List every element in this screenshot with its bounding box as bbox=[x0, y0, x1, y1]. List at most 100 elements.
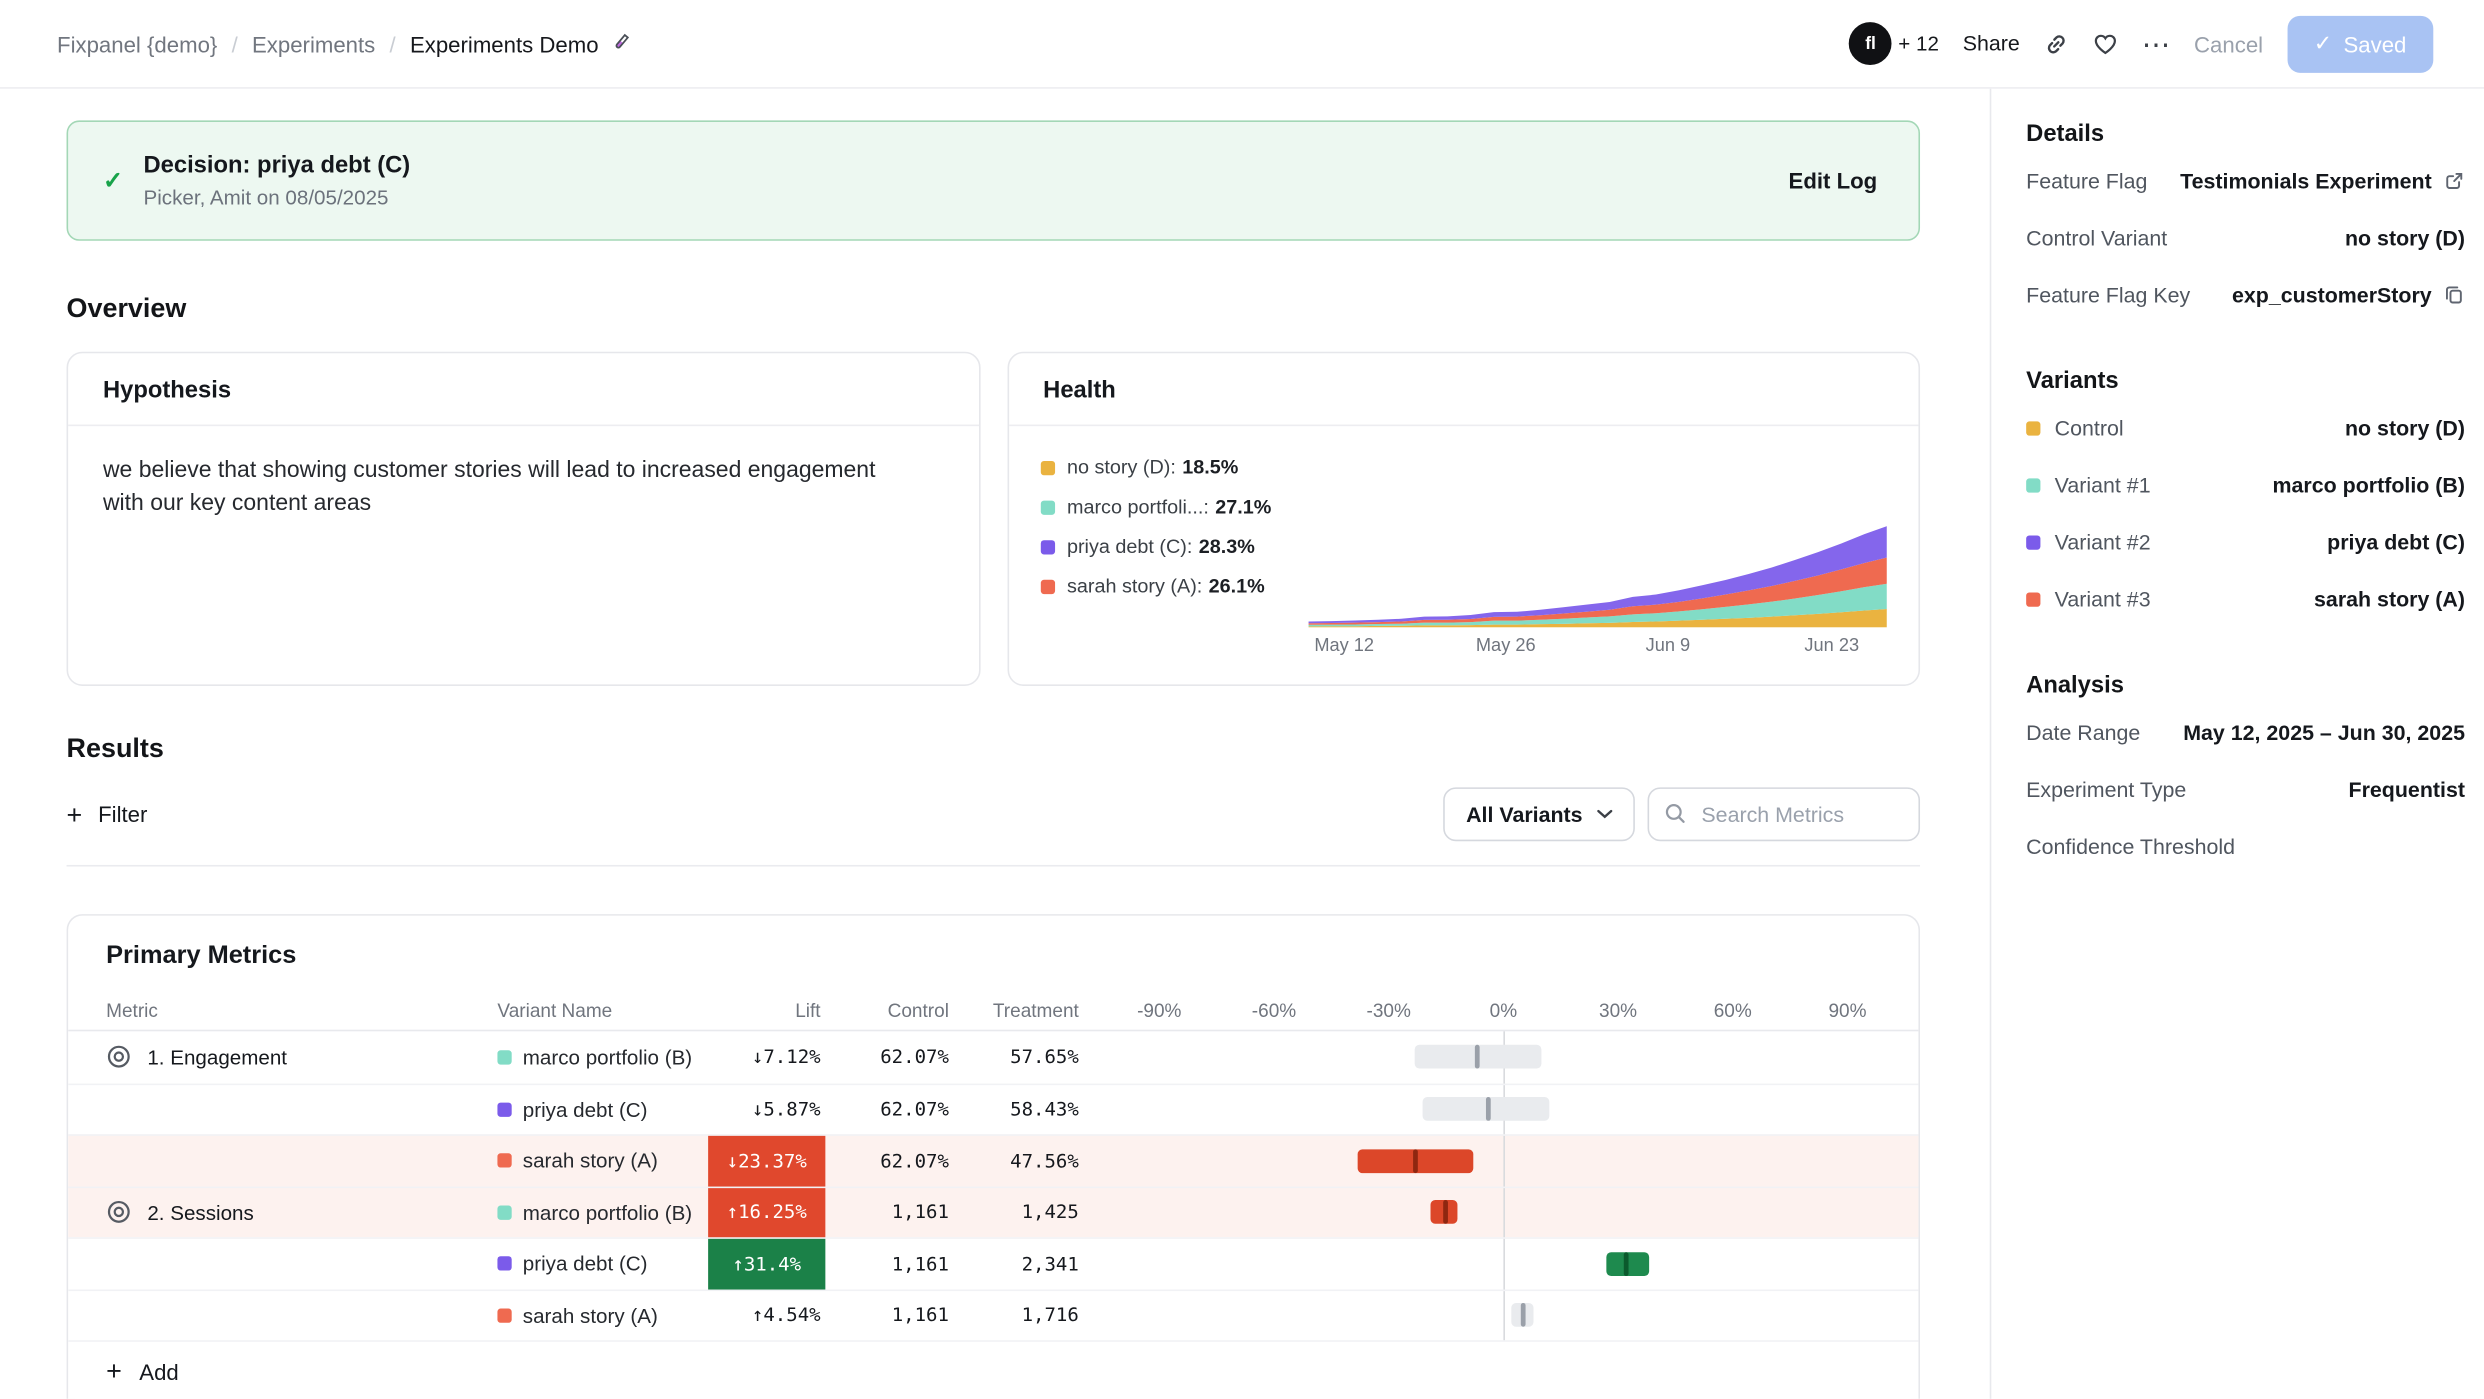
metrics-table-body: 1. Engagement marco portfolio (B) ↓7.12%… bbox=[68, 1031, 1918, 1340]
sidebar-row-value: priya debt (C) bbox=[2327, 530, 2465, 554]
legend-value: 28.3% bbox=[1199, 535, 1255, 557]
variant-color-swatch bbox=[2026, 535, 2040, 549]
variant-color-swatch bbox=[1040, 579, 1054, 593]
axis-tick-label: 90% bbox=[1828, 999, 1866, 1021]
add-metric-button[interactable]: + Add bbox=[68, 1340, 1918, 1399]
confidence-interval-cell bbox=[1120, 1084, 1891, 1134]
health-title: Health bbox=[1008, 353, 1918, 426]
sidebar-row-label: Variant #2 bbox=[2026, 530, 2150, 554]
table-row[interactable]: priya debt (C) ↑31.4% 1,161 2,341 bbox=[68, 1237, 1918, 1288]
zero-axis-line bbox=[1503, 1136, 1505, 1186]
edit-log-button[interactable]: Edit Log bbox=[1789, 168, 1878, 193]
lift-value: ↑16.25% bbox=[708, 1187, 825, 1237]
copy-icon[interactable] bbox=[2443, 284, 2465, 306]
legend-item: priya debt (C): 28.3% bbox=[1040, 535, 1308, 557]
lift-value: ↓7.12% bbox=[708, 1031, 825, 1082]
breadcrumb-item-workspace[interactable]: Fixpanel {demo} bbox=[57, 31, 217, 56]
sidebar-row: Feature Flag Key exp_customerStory bbox=[2026, 266, 2465, 323]
treatment-value: 58.43% bbox=[949, 1098, 1079, 1120]
top-bar: Fixpanel {demo} / Experiments / Experime… bbox=[0, 0, 2484, 89]
axis-tick-label: -90% bbox=[1137, 999, 1181, 1021]
confidence-tick bbox=[1444, 1200, 1449, 1224]
column-metric: Metric bbox=[68, 999, 485, 1021]
metric-group-label: 2. Sessions bbox=[68, 1200, 485, 1225]
stacked-area-chart bbox=[1308, 523, 1887, 628]
hypothesis-card: Hypothesis we believe that showing custo… bbox=[67, 352, 980, 686]
axis-tick-label: 60% bbox=[1714, 999, 1752, 1021]
control-value: 1,161 bbox=[825, 1201, 949, 1223]
table-row[interactable]: sarah story (A) ↓23.37% 62.07% 47.56% bbox=[68, 1134, 1918, 1185]
add-filter-button[interactable]: + Filter bbox=[67, 801, 148, 828]
metric-name: 2. Sessions bbox=[147, 1200, 253, 1224]
legend-item: sarah story (A): 26.1% bbox=[1040, 575, 1308, 597]
collaborator-count: + 12 bbox=[1898, 32, 1939, 56]
variant-color-swatch bbox=[2026, 421, 2040, 435]
saved-label: Saved bbox=[2343, 31, 2406, 56]
chevron-down-icon bbox=[1597, 810, 1613, 820]
confidence-tick bbox=[1474, 1045, 1479, 1069]
sidebar-row-value: exp_customerStory bbox=[2232, 283, 2465, 307]
variant-color-swatch bbox=[497, 1205, 511, 1219]
cancel-button[interactable]: Cancel bbox=[2194, 31, 2263, 56]
x-tick-label: May 12 bbox=[1314, 637, 1374, 656]
collaborator-avatars[interactable]: fl + 12 bbox=[1849, 22, 1939, 65]
decision-banner: ✓ Decision: priya debt (C) Picker, Amit … bbox=[67, 120, 1920, 240]
legend-item: no story (D): 18.5% bbox=[1040, 456, 1308, 478]
table-row[interactable]: 1. Engagement marco portfolio (B) ↓7.12%… bbox=[68, 1031, 1918, 1082]
external-link-icon[interactable] bbox=[2443, 170, 2465, 192]
sidebar-row-value: marco portfolio (B) bbox=[2273, 473, 2465, 497]
variant-name: sarah story (A) bbox=[523, 1303, 658, 1327]
share-button[interactable]: Share bbox=[1963, 32, 2020, 56]
axis-tick-label: 30% bbox=[1599, 999, 1637, 1021]
avatar[interactable]: fl bbox=[1849, 22, 1892, 65]
x-tick-label: Jun 23 bbox=[1804, 637, 1859, 656]
breadcrumb: Fixpanel {demo} / Experiments / Experime… bbox=[57, 31, 632, 56]
chart-x-axis: May 12 May 26 Jun 9 Jun 23 bbox=[1308, 637, 1887, 662]
results-heading: Results bbox=[67, 733, 1920, 765]
metric-group-label: 1. Engagement bbox=[68, 1044, 485, 1069]
breadcrumb-item-experiments[interactable]: Experiments bbox=[252, 31, 375, 56]
sidebar-row: Control Variant no story (D) bbox=[2026, 209, 2465, 266]
legend-value: 18.5% bbox=[1182, 456, 1238, 478]
sidebar-row: Control no story (D) bbox=[2026, 399, 2465, 456]
axis-tick-label: 0% bbox=[1490, 999, 1517, 1021]
variant-color-swatch bbox=[2026, 478, 2040, 492]
table-row[interactable]: 2. Sessions marco portfolio (B) ↑16.25% … bbox=[68, 1186, 1918, 1237]
x-tick-label: May 26 bbox=[1476, 637, 1536, 656]
treatment-value: 1,425 bbox=[949, 1201, 1079, 1223]
confidence-tick bbox=[1520, 1303, 1525, 1327]
column-lift: Lift bbox=[708, 999, 825, 1021]
test-tube-icon bbox=[608, 32, 632, 56]
table-row[interactable]: sarah story (A) ↑4.54% 1,161 1,716 bbox=[68, 1289, 1918, 1340]
control-value: 62.07% bbox=[825, 1150, 949, 1172]
variants-rows: Control no story (D) Variant #1 ma bbox=[2026, 399, 2465, 627]
health-chart: May 12 May 26 Jun 9 Jun 23 bbox=[1308, 447, 1887, 662]
details-section: Details Feature Flag Testimonials Experi… bbox=[2026, 120, 2465, 323]
sidebar-row-label: Variant #3 bbox=[2026, 587, 2150, 611]
variants-filter-dropdown[interactable]: All Variants bbox=[1444, 787, 1635, 841]
saved-button[interactable]: ✓ Saved bbox=[2287, 15, 2433, 72]
variant-name: marco portfolio (B) bbox=[523, 1045, 692, 1069]
filter-label: Filter bbox=[98, 802, 147, 827]
more-options-icon[interactable]: ⋯ bbox=[2142, 29, 2171, 58]
details-rows: Feature Flag Testimonials Experiment Con… bbox=[2026, 152, 2465, 323]
search-metrics-input[interactable] bbox=[1648, 787, 1920, 841]
control-value: 62.07% bbox=[825, 1046, 949, 1068]
variant-color-swatch bbox=[1040, 539, 1054, 553]
hypothesis-title: Hypothesis bbox=[68, 353, 978, 426]
sidebar-row: Variant #2 priya debt (C) bbox=[2026, 513, 2465, 570]
copy-link-icon[interactable] bbox=[2044, 31, 2069, 56]
table-row[interactable]: priya debt (C) ↓5.87% 62.07% 58.43% bbox=[68, 1083, 1918, 1134]
variant-color-swatch bbox=[497, 1154, 511, 1168]
confidence-interval-cell bbox=[1120, 1290, 1891, 1340]
variant-name: priya debt (C) bbox=[523, 1252, 648, 1276]
legend-item: marco portfoli...: 27.1% bbox=[1040, 496, 1308, 518]
overview-heading: Overview bbox=[67, 293, 1920, 325]
breadcrumb-separator: / bbox=[232, 31, 238, 56]
variant-color-swatch bbox=[2026, 592, 2040, 606]
details-title: Details bbox=[2026, 120, 2465, 147]
x-tick-label: Jun 9 bbox=[1646, 637, 1691, 656]
zero-axis-line bbox=[1503, 1239, 1505, 1289]
favorite-heart-icon[interactable] bbox=[2093, 31, 2118, 56]
sidebar-row-label: Control Variant bbox=[2026, 226, 2167, 250]
